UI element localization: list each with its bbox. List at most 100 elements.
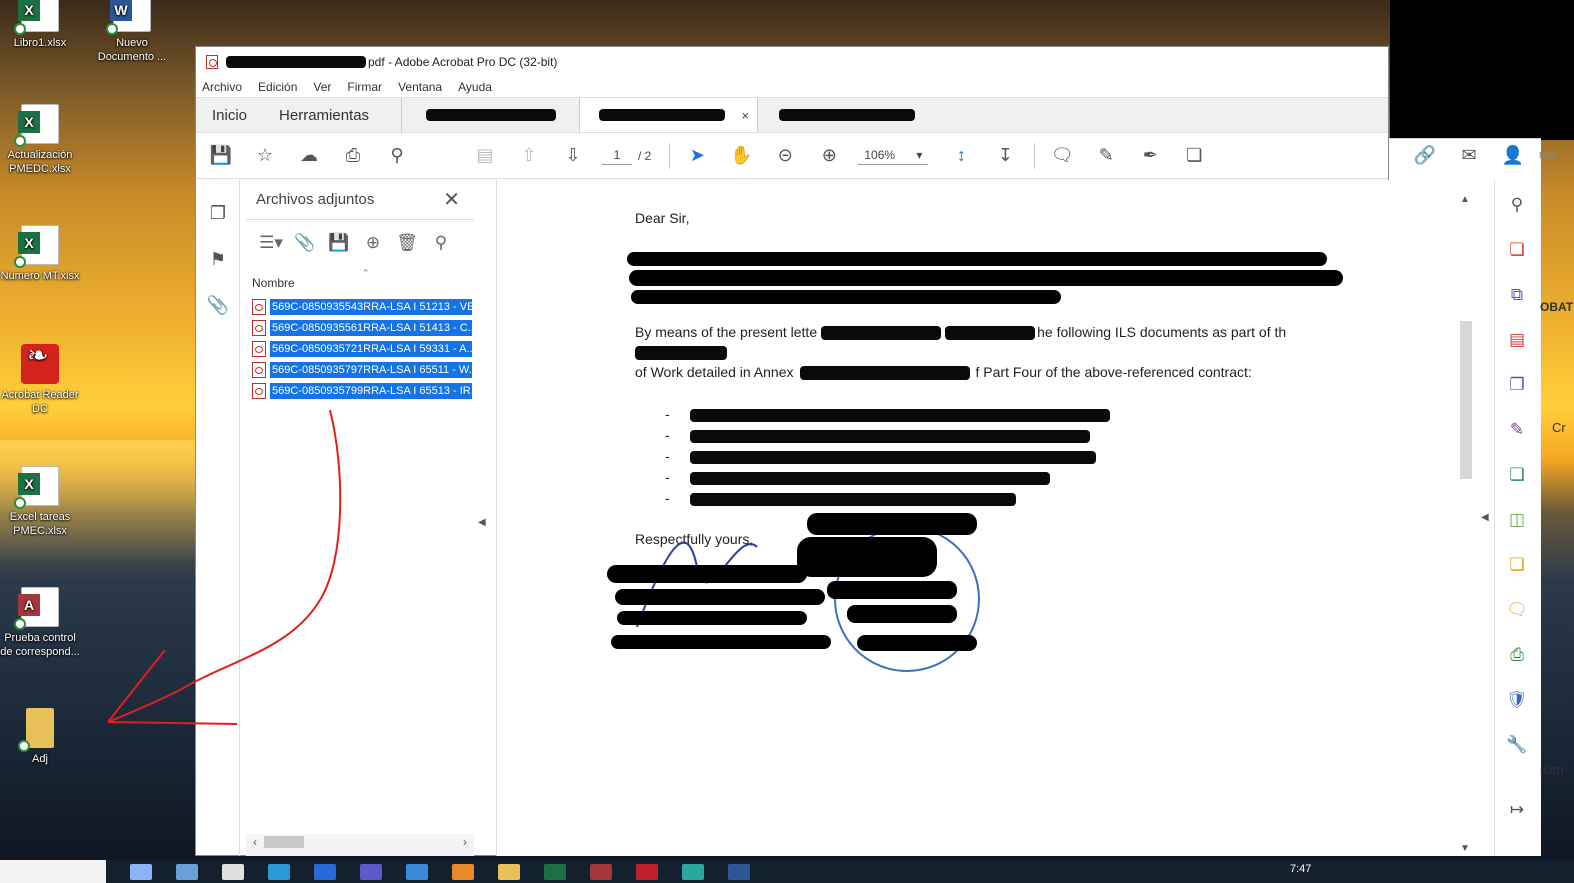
save-attachment-icon[interactable]: 💾 (322, 233, 356, 253)
list-item[interactable]: 569C-0850935799RRA-LSA I 65513 - IR... (252, 380, 474, 401)
print-production-icon[interactable]: ⎙ (1495, 632, 1539, 677)
star-icon[interactable]: ☆ (250, 141, 280, 171)
hand-tool-icon[interactable]: ✋ (726, 141, 756, 171)
send-for-review-icon[interactable]: ❏ (1495, 542, 1539, 587)
protect-shield-icon[interactable]: 🛡 (1495, 677, 1539, 722)
collapse-right-panel-icon[interactable]: ◀ (1481, 512, 1489, 523)
menu-ver[interactable]: Ver (313, 80, 331, 94)
edge-icon[interactable] (268, 863, 290, 880)
edit-pdf-icon[interactable]: ❏ (1495, 452, 1539, 497)
horizontal-scrollbar[interactable]: ‹ › (246, 834, 474, 850)
desktop-icon-prueba-control[interactable]: Prueba control de correspond... (0, 587, 80, 659)
task-view-icon[interactable] (130, 863, 152, 880)
search-attachment-icon[interactable]: ⚲ (424, 233, 458, 253)
scroll-thumb[interactable] (264, 836, 304, 848)
create-pdf-icon[interactable]: ❏ (1495, 227, 1539, 272)
highlight-pen-icon[interactable]: ✎ (1091, 141, 1121, 171)
fill-sign-icon[interactable]: ✎ (1495, 407, 1539, 452)
sign-icon[interactable]: ✒ (1135, 141, 1165, 171)
organize-pages-icon[interactable]: ▤ (1495, 317, 1539, 362)
print-icon[interactable]: ⎙ (338, 141, 368, 171)
delete-icon[interactable]: 🗑 (390, 233, 424, 253)
add-user-icon[interactable]: 👤 (1498, 141, 1528, 171)
taskbar-search[interactable] (0, 860, 106, 883)
scroll-right-icon[interactable]: › (456, 835, 474, 849)
zoom-in-icon[interactable]: ⊕ (814, 141, 844, 171)
upload-cloud-icon[interactable]: ☁ (294, 141, 324, 171)
document-tab-2[interactable]: × (579, 98, 758, 132)
scroll-thumb[interactable] (1460, 321, 1472, 479)
document-tab-1[interactable] (401, 98, 579, 132)
fit-page-icon[interactable]: ↕ (946, 141, 976, 171)
column-header[interactable]: Nombre ⌃ (246, 266, 474, 292)
page-thumbnail-icon[interactable]: ▤ (470, 141, 500, 171)
menu-ventana[interactable]: Ventana (398, 80, 442, 94)
save-icon[interactable]: 💾 (206, 141, 236, 171)
page-down-icon[interactable]: ⇩ (558, 141, 588, 171)
stamp-icon[interactable]: ❏ (1179, 141, 1209, 171)
vertical-scrollbar[interactable]: ▲ ▼ (1458, 186, 1474, 856)
excel-file-icon (14, 0, 59, 35)
app-icon[interactable] (682, 863, 704, 880)
document-tab-3[interactable] (757, 98, 935, 132)
list-item[interactable]: 569C-0850935561RRA-LSA I 51413 - C... (252, 317, 474, 338)
desktop-icon-label: Nuevo Documento ... (97, 37, 167, 63)
menu-archivo[interactable]: Archivo (202, 80, 242, 94)
add-attachment-icon[interactable]: ⊕ (356, 233, 390, 253)
desktop-icon-acrobat-reader[interactable]: Acrobat Reader DC (0, 344, 80, 416)
acrobat-taskbar-icon[interactable] (636, 863, 658, 880)
open-attachment-icon[interactable]: 📎 (288, 233, 322, 253)
share-link-icon[interactable]: 🔗 (1410, 141, 1440, 171)
list-item[interactable]: 569C-0850935797RRA-LSA I 65511 - W... (252, 359, 474, 380)
tab-herramientas[interactable]: Herramientas (263, 98, 401, 132)
options-menu-icon[interactable]: ☰▾ (254, 233, 288, 253)
outlook-icon[interactable] (314, 863, 336, 880)
collapse-left-panel-icon[interactable]: ◀ (478, 517, 486, 528)
desktop-icon-numero-mt[interactable]: Numero MT.xlsx (0, 225, 80, 283)
paperclip-icon[interactable]: 📎 (196, 282, 240, 328)
menu-firmar[interactable]: Firmar (347, 80, 382, 94)
more-tools-icon[interactable]: 🔧 (1495, 722, 1539, 767)
zoom-select[interactable]: 106% ▾ (858, 146, 929, 165)
scroll-mode-icon[interactable]: ↧ (990, 141, 1020, 171)
zoom-search-icon[interactable]: ⚲ (1495, 182, 1539, 227)
comment-icon[interactable]: 🗨 (1047, 141, 1077, 171)
compare-icon[interactable]: ◫ (1495, 497, 1539, 542)
comment-tool-icon[interactable]: 🗨 (1495, 587, 1539, 632)
teams-icon[interactable] (360, 863, 382, 880)
desktop-icon-excel-tareas[interactable]: Excel tareas PMEC.xlsx (0, 466, 80, 538)
menu-edicion[interactable]: Edición (258, 80, 297, 94)
desktop-icon-adj-folder[interactable]: Adj (0, 708, 80, 766)
page-input[interactable]: 1 (602, 146, 632, 165)
excel-icon[interactable] (544, 863, 566, 880)
scroll-up-icon[interactable]: ▲ (1460, 194, 1470, 205)
bookmark-icon[interactable]: ⚑ (196, 236, 240, 282)
zoom-out-icon[interactable]: ⊝ (770, 141, 800, 171)
word-icon[interactable] (728, 863, 750, 880)
expand-pane-icon[interactable]: ↦ (1495, 787, 1539, 832)
desktop-icon-nuevo-documento[interactable]: Nuevo Documento ... (92, 0, 172, 64)
export-pdf-icon[interactable]: ❐ (1495, 362, 1539, 407)
menu-ayuda[interactable]: Ayuda (458, 80, 492, 94)
close-panel-icon[interactable]: ✕ (443, 187, 460, 212)
desktop-icon-libro1[interactable]: Libro1.xlsx (0, 0, 80, 50)
page-up-icon[interactable]: ⇧ (514, 141, 544, 171)
tab-inicio[interactable]: Inicio (196, 98, 263, 132)
combine-files-icon[interactable]: ⧉ (1495, 272, 1539, 317)
app-icon[interactable] (222, 863, 244, 880)
email-icon[interactable]: ✉ (1454, 141, 1484, 171)
file-explorer-icon[interactable] (498, 863, 520, 880)
close-tab-icon[interactable]: × (741, 108, 749, 123)
search-icon[interactable]: ⚲ (382, 141, 412, 171)
scroll-left-icon[interactable]: ‹ (246, 835, 264, 849)
select-cursor-icon[interactable]: ➤ (682, 141, 712, 171)
access-icon[interactable] (590, 863, 612, 880)
firefox-icon[interactable] (452, 863, 474, 880)
desktop-icon-actualizacion[interactable]: Actualización PMEDC.xlsx (0, 104, 80, 176)
list-item[interactable]: 569C-0850935721RRA-LSA I 59331 - A... (252, 338, 474, 359)
list-item[interactable]: 569C-0850935543RRA-LSA I 51213 - VE (252, 296, 474, 317)
page-thumbnails-icon[interactable]: ❐ (196, 190, 240, 236)
scroll-down-icon[interactable]: ▼ (1460, 843, 1470, 854)
calculator-icon[interactable] (176, 863, 198, 880)
app-icon[interactable] (406, 863, 428, 880)
